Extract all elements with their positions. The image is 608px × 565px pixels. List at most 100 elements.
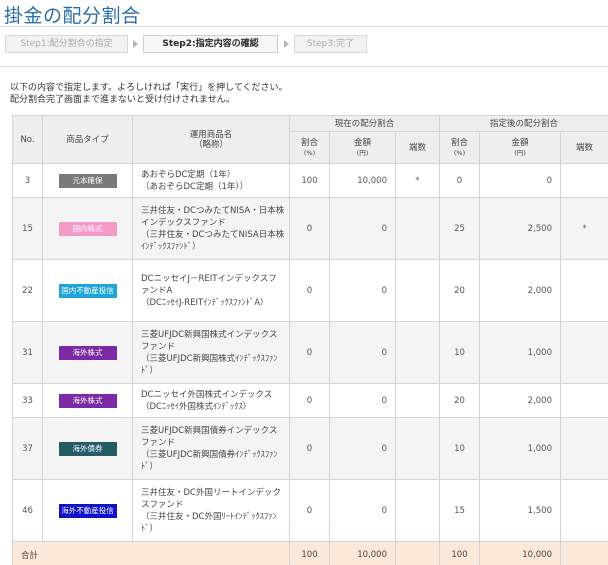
current-amount: 0	[329, 417, 396, 480]
current-ratio: 0	[289, 197, 330, 260]
header-current-fraction: 端数	[395, 131, 440, 164]
product-abbreviation: （三井住友・DCつみたてNISA日本株ｲﾝﾃﾞｯｸｽﾌｧﾝﾄﾞ）	[141, 229, 285, 252]
current-fraction	[395, 321, 440, 384]
total-current-amount: 10,000	[329, 541, 396, 565]
current-fraction	[395, 259, 440, 322]
row-product-name: あおぞらDC定期（1年） （あおぞらDC定期（1年））	[132, 163, 290, 198]
product-name: DCニッセイJ－REITインデックスファンドA	[141, 273, 277, 296]
header-name-main: 運用商品名	[189, 129, 233, 140]
header-new-ratio: 割合 (%)	[439, 131, 480, 164]
product-type-badge: 元本確保	[58, 173, 117, 188]
total-new-fraction	[559, 541, 608, 565]
header-product-name: 運用商品名 （略称）	[132, 115, 290, 164]
product-abbreviation: （DCﾆｯｾｲJ-REITｲﾝﾃﾞｯｸｽﾌｧﾝﾄﾞA）	[141, 297, 269, 308]
current-ratio: 100	[289, 163, 330, 198]
product-type-badge: 国内株式	[58, 221, 117, 236]
new-fraction	[559, 259, 608, 322]
table-row: 3 元本確保 あおぞらDC定期（1年） （あおぞらDC定期（1年）） 100 10,000…	[12, 163, 608, 198]
total-new-amount: 10,000	[479, 541, 561, 565]
new-fraction	[559, 383, 608, 418]
current-ratio: 0	[289, 417, 330, 480]
total-current-fraction	[395, 541, 440, 565]
step-3: Step3:完了	[294, 35, 367, 53]
total-current-ratio: 100	[289, 541, 330, 565]
table-row: 37 海外債券 三菱UFJDC新興国債券インデックスファンド （三菱UFJDC新興国債…	[12, 417, 608, 480]
product-name: 三井住友・DCつみたてNISA・日本株インデックスファンド	[141, 205, 285, 228]
header-new-fraction: 端数	[559, 131, 608, 164]
product-name: あおぞらDC定期（1年）	[141, 169, 236, 180]
new-amount: 2,000	[479, 383, 561, 418]
current-fraction	[395, 383, 440, 418]
product-name: 三井住友・DC外国リートインデックスファンド	[141, 487, 281, 510]
current-ratio: 0	[289, 321, 330, 384]
step-2: Step2:指定内容の確認	[143, 35, 278, 53]
product-name: 三菱UFJDC新興国債券インデックスファンド	[141, 425, 278, 448]
header-name-sub: （略称）	[193, 139, 228, 150]
step-indicator: Step1:配分割合の指定 Step2:指定内容の確認 Step3:完了	[5, 35, 377, 53]
product-type-badge: 国内不動産投信	[58, 283, 117, 298]
new-amount: 1,500	[479, 479, 561, 542]
row-product-type: 国内不動産投信	[42, 259, 133, 322]
new-amount: 1,000	[479, 321, 561, 384]
row-no: 33	[12, 383, 43, 418]
new-amount: 0	[479, 163, 561, 198]
current-amount: 0	[329, 259, 396, 322]
table-row: 22 国内不動産投信 DCニッセイJ－REITインデックスファンドA （DCﾆｯｾｲJ…	[12, 259, 608, 322]
product-type-badge: 海外株式	[58, 393, 117, 408]
current-fraction	[395, 479, 440, 542]
step-arrow-icon	[284, 40, 289, 48]
current-amount: 0	[329, 321, 396, 384]
product-type-badge: 海外債券	[58, 441, 117, 456]
current-amount: 0	[329, 197, 396, 260]
row-product-type: 元本確保	[42, 163, 133, 198]
product-abbreviation: （三菱UFJDC新興国株式ｲﾝﾃﾞｯｸｽﾌｧﾝﾄﾞ）	[141, 353, 278, 376]
row-product-name: 三井住友・DC外国リートインデックスファンド （三井住友・DC外国ﾘｰﾄｲﾝﾃﾞｯ…	[132, 479, 290, 542]
row-product-name: 三菱UFJDC新興国株式インデックスファンド （三菱UFJDC新興国株式ｲﾝﾃﾞｯ…	[132, 321, 290, 384]
product-name: 三菱UFJDC新興国株式インデックスファンド	[141, 329, 278, 352]
new-amount: 1,000	[479, 417, 561, 480]
header-product-type: 商品タイプ	[42, 115, 133, 164]
new-fraction	[559, 417, 608, 480]
table-row: 46 海外不動産投信 三井住友・DC外国リートインデックスファンド （三井住友・DC外…	[12, 479, 608, 542]
row-product-name: DCニッセイ外国株式インデックス （DCﾆｯｾｲ外国株式ｲﾝﾃﾞｯｸｽ）	[132, 383, 290, 418]
header-new-amount: 金額 (円)	[479, 131, 561, 164]
allocation-table: No. 商品タイプ 運用商品名 （略称） 現在の配分割合 指定後の配分割合 割合…	[12, 115, 608, 565]
table-row: 31 海外株式 三菱UFJDC新興国株式インデックスファンド （三菱UFJDC新興国株…	[12, 321, 608, 384]
new-ratio: 20	[439, 383, 480, 418]
product-abbreviation: （三井住友・DC外国ﾘｰﾄｲﾝﾃﾞｯｸｽﾌｧﾝﾄﾞ）	[141, 511, 277, 534]
new-ratio: 25	[439, 197, 480, 260]
steps-divider	[0, 66, 608, 67]
new-amount: 2,000	[479, 259, 561, 322]
current-ratio: 0	[289, 259, 330, 322]
table-row: 33 海外株式 DCニッセイ外国株式インデックス （DCﾆｯｾｲ外国株式ｲﾝﾃﾞｯｸｽ…	[12, 383, 608, 418]
product-type-badge: 海外株式	[58, 345, 117, 360]
instruction-line-2: 配分割合完了画面まで進まないと受け付けされません。	[10, 95, 235, 105]
new-ratio: 10	[439, 417, 480, 480]
current-ratio: 0	[289, 383, 330, 418]
new-amount: 2,500	[479, 197, 561, 260]
row-product-type: 海外株式	[42, 383, 133, 418]
row-product-name: 三井住友・DCつみたてNISA・日本株インデックスファンド （三井住友・DCつみた…	[132, 197, 290, 260]
instruction-text: 以下の内容で指定します。よろしければ「実行」を押してください。 配分割合完了画面…	[10, 82, 288, 106]
new-fraction	[559, 163, 608, 198]
page-title: 掛金の配分割合	[4, 5, 141, 27]
row-product-type: 海外株式	[42, 321, 133, 384]
current-amount: 10,000	[329, 163, 396, 198]
row-no: 46	[12, 479, 43, 542]
row-no: 3	[12, 163, 43, 198]
row-no: 15	[12, 197, 43, 260]
instruction-line-1: 以下の内容で指定します。よろしければ「実行」を押してください。	[10, 83, 288, 93]
row-product-type: 海外債券	[42, 417, 133, 480]
table-row: 15 国内株式 三井住友・DCつみたてNISA・日本株インデックスファンド （三井住友…	[12, 197, 608, 260]
row-product-name: 三菱UFJDC新興国債券インデックスファンド （三菱UFJDC新興国債券ｲﾝﾃﾞｯ…	[132, 417, 290, 480]
new-ratio: 20	[439, 259, 480, 322]
header-no: No.	[12, 115, 43, 164]
current-ratio: 0	[289, 479, 330, 542]
header-current-allocation: 現在の配分割合	[289, 115, 440, 132]
product-name: DCニッセイ外国株式インデックス	[141, 389, 273, 400]
header-current-amount: 金額 (円)	[329, 131, 396, 164]
product-type-badge: 海外不動産投信	[58, 503, 117, 518]
total-new-ratio: 100	[439, 541, 480, 565]
row-no: 37	[12, 417, 43, 480]
product-abbreviation: （三菱UFJDC新興国債券ｲﾝﾃﾞｯｸｽﾌｧﾝﾄﾞ）	[141, 449, 278, 472]
